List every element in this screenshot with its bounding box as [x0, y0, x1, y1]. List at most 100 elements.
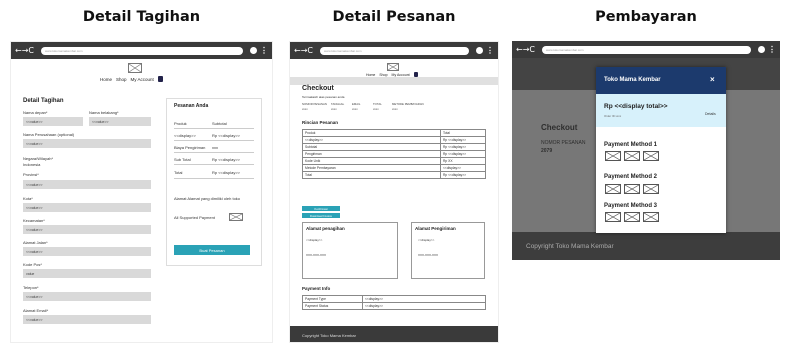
street-label: Alamat Jalan* — [23, 240, 48, 245]
payment-method-1-option[interactable] — [643, 151, 659, 161]
payment-method-1-option[interactable] — [605, 151, 621, 161]
footer-copyright: Copyright Toko Mama Kembar — [526, 242, 614, 250]
payment-method-3-option[interactable] — [605, 212, 621, 222]
modal-order-id: Order ID xxxx — [604, 114, 622, 118]
total-value: Rp <<display>> — [212, 170, 241, 175]
menu-shop[interactable]: Shop — [379, 73, 387, 77]
nav-arrows-icon[interactable]: ←→C — [516, 45, 535, 54]
meta-header-method: METODE PEMBAYARAN — [392, 102, 424, 106]
table-row: Metode Pembayaran <<display>> — [302, 164, 486, 172]
payment-option-label[interactable]: All Supported Payment — [174, 215, 215, 220]
logo-placeholder — [387, 63, 399, 71]
address-bar[interactable]: www.tokomamakembar.com — [41, 46, 243, 55]
download-invoice-button[interactable]: Download Invoice — [302, 213, 340, 218]
address-bar[interactable]: www.tokomamakembar.com — [320, 46, 469, 55]
profile-icon[interactable] — [250, 47, 257, 54]
table-row: Subtotal Rp <<display>> — [302, 143, 486, 151]
menu-home[interactable]: Home — [100, 77, 112, 82]
main-menu: Home Shop My Account — [100, 76, 163, 82]
grey-band — [290, 77, 498, 85]
first-name-input[interactable]: <<value>> — [23, 117, 83, 126]
order-summary-heading: Pesanan Anda — [174, 103, 209, 109]
profile-icon[interactable] — [758, 46, 765, 53]
payment-method-2-option[interactable] — [624, 184, 640, 194]
address-bar[interactable]: www.tokomamakembar.com — [542, 45, 751, 54]
total-label: Total — [174, 170, 183, 175]
payment-method-3-label[interactable]: Payment Method 3 — [604, 203, 657, 209]
payment-method-2-option[interactable] — [643, 184, 659, 194]
menu-home[interactable]: Home — [366, 73, 375, 77]
street-input[interactable]: <<value>> — [23, 247, 151, 256]
payment-method-1-option[interactable] — [624, 151, 640, 161]
table-cell: Rp XX — [440, 157, 486, 165]
menu-account[interactable]: My Account — [392, 73, 410, 77]
table-row: Pengiriman Rp <<display>> — [302, 150, 486, 158]
kebab-menu-icon[interactable]: ⋮ — [486, 46, 494, 55]
modal-details-link[interactable]: Details — [705, 112, 716, 116]
payment-info-heading: Payment Info — [302, 286, 331, 291]
payment-method-3-option[interactable] — [624, 212, 640, 222]
last-name-input[interactable]: <<value>> — [89, 117, 151, 126]
place-order-button[interactable]: Buat Pesanan — [174, 245, 250, 255]
nav-arrows-icon[interactable]: ←→C — [15, 46, 34, 55]
postal-input[interactable]: value — [23, 269, 151, 278]
table-cell: Metode Pembayaran — [302, 164, 441, 172]
rincian-heading: Rincian Pesanan — [302, 120, 339, 125]
payment-method-2-option[interactable] — [605, 184, 621, 194]
shipping-address-phone: XXX-XXX-XXX — [418, 253, 439, 257]
payment-method-1-label[interactable]: Payment Method 1 — [604, 142, 657, 148]
payment-method-3-option[interactable] — [643, 212, 659, 222]
meta-value-email: xxxx — [352, 107, 358, 111]
payment-modal: Toko Mama Kembar × Rp <<display total>> … — [596, 67, 726, 233]
panel-title-pembayaran: Pembayaran — [595, 9, 697, 25]
bg-order-value: 2079 — [541, 148, 553, 154]
district-label: Kecamatan* — [23, 218, 45, 223]
company-input[interactable]: <<value>> — [23, 139, 151, 148]
meta-value-total: xxxx — [373, 107, 379, 111]
district-input[interactable]: <<value>> — [23, 225, 151, 234]
modal-close-icon[interactable]: × — [710, 75, 715, 84]
order-meta: NOMOR PESANAN xxxx TANGGAL xxxx EMAIL xxxx … — [302, 102, 424, 111]
phone-input[interactable]: <<value>> — [23, 292, 151, 301]
footer: Copyright Toko Mama Kembar — [512, 232, 780, 260]
confirm-button[interactable]: Konfirmasi — [302, 206, 340, 211]
table-row: <<display>> Rp <<display>> — [302, 136, 486, 144]
city-input[interactable]: <<value>> — [23, 203, 151, 212]
checkout-subtitle: Terimakasih atas pesanan anda — [302, 95, 345, 99]
table-cell: Payment Status — [302, 302, 363, 310]
browser-toolbar: ←→C www.tokomamakembar.com ⋮ — [11, 42, 272, 59]
country-value[interactable]: Indonesia — [23, 162, 40, 167]
meta-header-date: TANGGAL — [331, 102, 345, 106]
frame-detail-pesanan: ←→C www.tokomamakembar.com ⋮ Home Shop M… — [289, 41, 499, 343]
shopping-bag-icon[interactable] — [157, 76, 163, 82]
checkout-title: Checkout — [302, 85, 334, 92]
col-product: Produk — [174, 121, 187, 126]
kebab-menu-icon[interactable]: ⋮ — [260, 46, 268, 55]
panel-title-pesanan: Detail Pesanan — [332, 9, 456, 25]
table-row: Kode Unik Rp XX — [302, 157, 486, 165]
table-cell: <<display>> — [362, 295, 486, 303]
table-cell: <<display>> — [440, 164, 486, 172]
profile-icon[interactable] — [476, 47, 483, 54]
payment-info-table: Payment Type <<display>> Payment Status <<… — [302, 295, 486, 310]
store-address-note: Alamat Alamat yang dimiliki oleh toko — [174, 196, 241, 201]
modal-total: Rp <<display total>> — [604, 103, 668, 110]
col-subtotal: Subtotal — [212, 121, 227, 126]
bg-checkout-title: Checkout — [541, 123, 578, 132]
email-input[interactable]: <<value>> — [23, 315, 151, 324]
table-cell: <<display>> — [362, 302, 486, 310]
table-cell: Produk — [302, 129, 441, 137]
modal-title: Toko Mama Kembar — [604, 77, 661, 83]
subtotal-label: Sub Total — [174, 157, 191, 162]
menu-shop[interactable]: Shop — [116, 77, 127, 82]
nav-arrows-icon[interactable]: ←→C — [294, 46, 313, 55]
payment-method-2-label[interactable]: Payment Method 2 — [604, 174, 657, 180]
postal-label: Kode Pos* — [23, 262, 42, 267]
menu-account[interactable]: My Account — [131, 77, 154, 82]
table-cell: Rp <<display>> — [440, 171, 486, 179]
country-label: Negara/Wilayah* — [23, 156, 54, 161]
shipping-address-line: <<display>> — [418, 238, 435, 242]
province-input[interactable]: <<value>> — [23, 180, 151, 189]
kebab-menu-icon[interactable]: ⋮ — [768, 45, 776, 54]
email-label: Alamat Email* — [23, 308, 49, 313]
